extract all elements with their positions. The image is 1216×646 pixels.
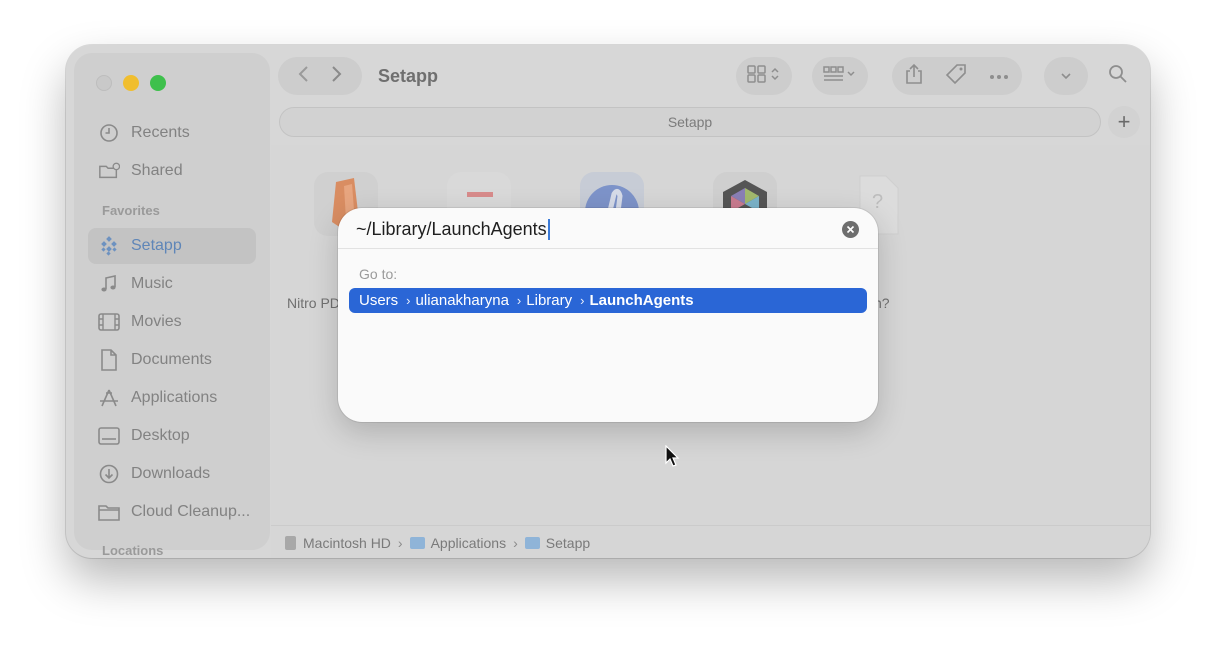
folder-icon	[98, 501, 120, 523]
path-separator: ›	[397, 534, 403, 551]
path-crumb-label: Macintosh HD	[303, 534, 391, 551]
sidebar-item-movies[interactable]: Movies	[88, 304, 256, 340]
chevron-left-icon[interactable]	[297, 65, 309, 88]
chevron-right-icon[interactable]	[331, 65, 343, 88]
sidebar-item-label: Recents	[131, 124, 190, 141]
path-crumb-applications[interactable]: Applications	[409, 534, 507, 551]
sidebar-item-desktop[interactable]: Desktop	[88, 418, 256, 454]
go-to-folder-dialog: ~/Library/LaunchAgents Go to: Users › ul…	[338, 208, 878, 422]
group-icon	[823, 65, 857, 88]
locations-heading: Locations	[102, 543, 164, 558]
suggestion-segment-current: LaunchAgents	[589, 292, 694, 309]
document-icon	[98, 349, 120, 371]
clock-icon	[98, 122, 120, 144]
shared-folder-icon	[98, 160, 120, 182]
path-bar: Macintosh HD › Applications › Setapp	[271, 525, 1150, 558]
path-tab-bar[interactable]: Setapp	[279, 107, 1101, 137]
sidebar-item-recents[interactable]: Recents	[88, 115, 256, 151]
suggestion-separator: ›	[516, 293, 522, 308]
hard-drive-icon	[285, 535, 296, 550]
minimize-window-button[interactable]	[123, 75, 139, 91]
desktop-icon	[98, 425, 120, 447]
sidebar-item-label: Desktop	[131, 427, 190, 444]
suggestion-segment: Users	[359, 292, 399, 309]
sidebar-item-label: Documents	[131, 351, 212, 368]
path-crumb-label: Setapp	[545, 534, 591, 551]
window-title: Setapp	[378, 66, 439, 86]
setapp-icon	[98, 235, 120, 257]
download-icon	[98, 463, 120, 485]
sidebar-item-music[interactable]: Music	[88, 266, 256, 302]
suggestion-separator: ›	[580, 293, 585, 308]
grid-view-icon	[747, 64, 781, 88]
suggestion-separator: ›	[406, 293, 411, 308]
sidebar-item-label: Music	[131, 275, 173, 292]
group-button[interactable]	[812, 57, 868, 95]
tag-icon[interactable]	[945, 63, 967, 90]
search-button[interactable]	[1098, 57, 1138, 95]
suggestion-segment: ulianakharyna	[415, 292, 509, 309]
sidebar-item-documents[interactable]: Documents	[88, 342, 256, 378]
folder-icon	[409, 536, 425, 549]
path-crumb-macintosh-hd[interactable]: Macintosh HD	[285, 535, 391, 551]
mouse-cursor-icon	[665, 444, 681, 474]
goto-label: Go to:	[359, 266, 398, 282]
film-icon	[98, 311, 120, 333]
text-caret	[547, 218, 550, 240]
sidebar-item-label: Setapp	[131, 237, 182, 254]
clear-circle-icon[interactable]	[842, 221, 859, 238]
sidebar-item-applications[interactable]: Applications	[88, 380, 256, 416]
sidebar-item-downloads[interactable]: Downloads	[88, 456, 256, 492]
file-label: Nitro PD	[287, 295, 340, 311]
path-tab-label: Setapp	[667, 114, 713, 130]
ellipsis-icon[interactable]	[989, 67, 1009, 85]
applications-icon	[98, 387, 120, 409]
sidebar-item-label: Downloads	[131, 465, 211, 482]
view-mode-button[interactable]	[736, 57, 792, 95]
sidebar-item-shared[interactable]: Shared	[88, 153, 256, 189]
sidebar-item-cloud-cleanup[interactable]: Cloud Cleanup...	[88, 494, 256, 530]
navigation-buttons	[278, 57, 362, 95]
path-input[interactable]: ~/Library/LaunchAgents	[356, 217, 826, 241]
folder-icon	[524, 536, 540, 549]
favorites-heading: Favorites	[102, 203, 160, 218]
sidebar-item-setapp[interactable]: Setapp	[88, 228, 256, 264]
sidebar: Recents Shared Favorites Setapp Music Mo…	[74, 53, 270, 558]
share-icon[interactable]	[905, 63, 923, 90]
path-crumb-setapp[interactable]: Setapp	[524, 534, 591, 551]
new-tab-button[interactable]: +	[1108, 106, 1140, 138]
path-suggestion-row[interactable]: Users › ulianakharyna › Library › Launch…	[349, 288, 867, 313]
action-buttons-group	[892, 57, 1022, 95]
music-note-icon	[98, 273, 120, 295]
sidebar-item-label: Applications	[131, 389, 218, 406]
path-input-value: ~/Library/LaunchAgents	[356, 218, 547, 239]
svg-text:?: ?	[872, 191, 883, 213]
search-icon	[1108, 64, 1128, 89]
sidebar-item-label: Shared	[131, 162, 183, 179]
sidebar-item-label: Cloud Cleanup...	[131, 503, 251, 520]
maximize-window-button[interactable]	[150, 75, 166, 91]
divider	[338, 248, 878, 249]
path-separator: ›	[513, 534, 518, 551]
close-window-button[interactable]	[96, 75, 112, 91]
chevron-down-icon	[1060, 67, 1072, 85]
suggestion-segment: Library	[526, 292, 573, 309]
sidebar-item-label: Movies	[131, 313, 182, 330]
more-dropdown-button[interactable]	[1044, 57, 1088, 95]
path-crumb-label: Applications	[430, 534, 507, 551]
